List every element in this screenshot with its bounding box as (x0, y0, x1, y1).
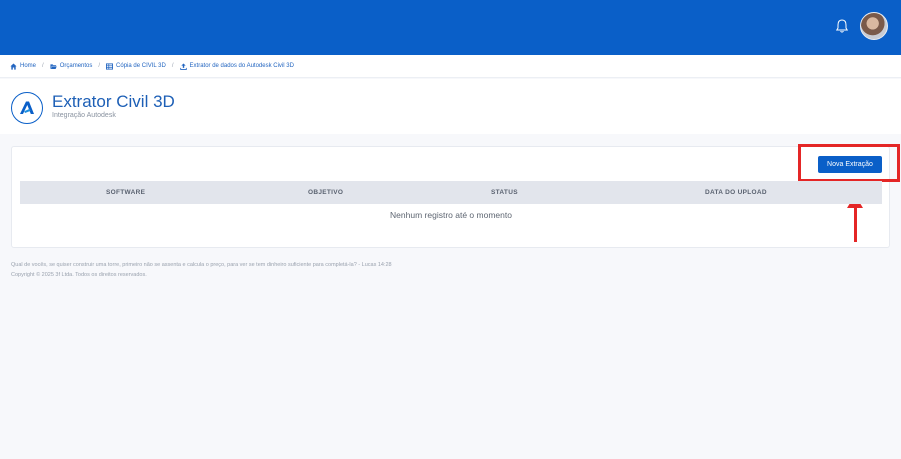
footer: Qual de vocês, se quiser construir uma t… (11, 261, 392, 280)
footer-copyright: Copyright © 2025 3f Ltda. Todos os direi… (11, 271, 147, 278)
breadcrumb-separator: / (98, 63, 101, 69)
page-title: Extrator Civil 3D (52, 92, 175, 111)
breadcrumb-separator: / (42, 63, 44, 69)
autodesk-a-icon (20, 101, 34, 114)
footer-quote: Qual de vocês, se quiser construir uma t… (11, 262, 392, 268)
breadcrumb-label: Orçamentos (59, 63, 93, 69)
column-header-data-upload[interactable]: DATA DO UPLOAD (705, 181, 767, 204)
upload-icon (179, 62, 187, 70)
annotation-highlight-box (798, 144, 900, 182)
user-avatar[interactable] (860, 12, 888, 40)
table-icon (106, 62, 114, 70)
folder-open-icon (50, 63, 57, 69)
breadcrumb-copia-civil3d[interactable]: Cópia de CIVIL 3D (106, 62, 166, 70)
breadcrumb: Home / Orçamentos / Cópia de CIVIL 3D / … (0, 55, 901, 78)
autodesk-logo (11, 92, 43, 124)
page-subtitle: Integração Autodesk (52, 112, 116, 119)
bell-icon[interactable] (835, 18, 849, 34)
breadcrumb-label: Extrator de dados do Autodesk Civil 3D (189, 63, 294, 69)
breadcrumb-separator: / (171, 63, 174, 69)
breadcrumb-label: Home (20, 63, 37, 69)
column-header-objetivo[interactable]: OBJETIVO (308, 181, 343, 204)
column-header-status[interactable]: STATUS (491, 181, 518, 204)
top-navbar (0, 0, 901, 55)
home-icon (10, 62, 17, 70)
empty-table-message: Nenhum registro até o momento (390, 210, 512, 220)
column-header-software[interactable]: SOFTWARE (106, 181, 145, 204)
table-header: SOFTWARE OBJETIVO STATUS DATA DO UPLOAD (20, 181, 882, 204)
breadcrumb-home[interactable]: Home (10, 62, 37, 70)
breadcrumb-extrator[interactable]: Extrator de dados do Autodesk Civil 3D (179, 62, 294, 70)
breadcrumb-label: Cópia de CIVIL 3D (116, 63, 166, 69)
breadcrumb-orcamentos[interactable]: Orçamentos (50, 63, 93, 70)
